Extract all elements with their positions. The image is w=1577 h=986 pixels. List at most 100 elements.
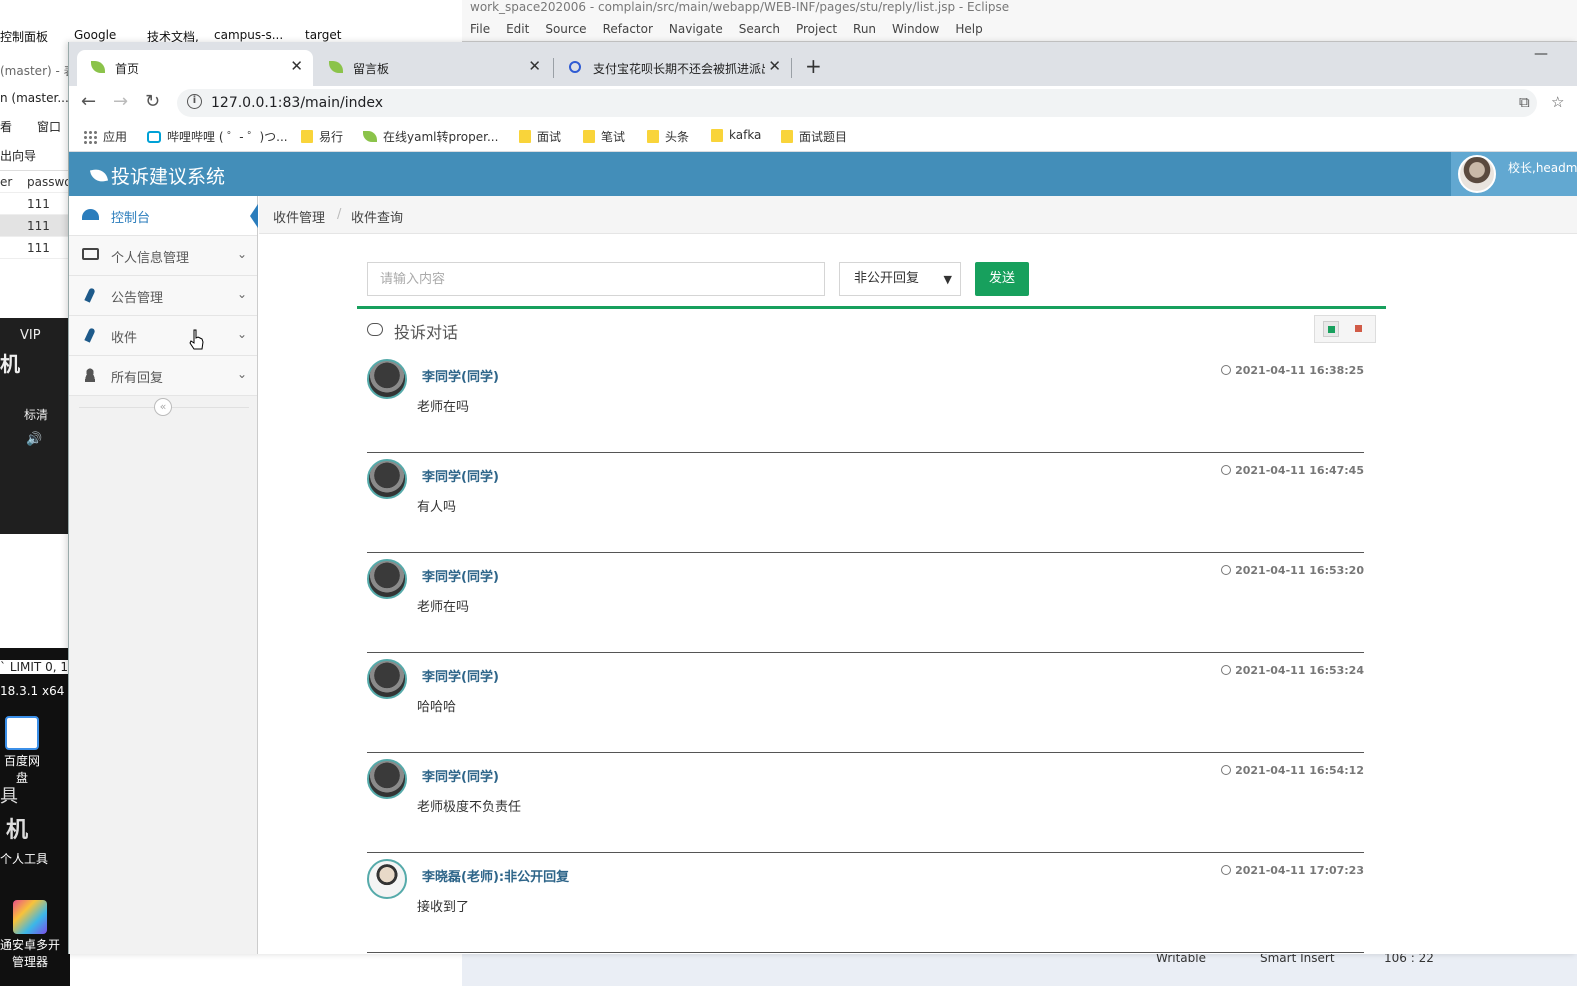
chevron-down-icon: ⌄ <box>236 287 247 301</box>
app-brand[interactable]: 投诉建议系统 <box>89 162 226 189</box>
folder-icon <box>301 130 313 143</box>
eclipse-menu-navigate[interactable]: Navigate <box>669 22 723 36</box>
eclipse-menu-run[interactable]: Run <box>853 22 876 36</box>
message-author[interactable]: 李同学(同学) <box>422 766 499 785</box>
double-chevron-left-icon[interactable]: « <box>154 398 172 416</box>
avatar <box>367 359 407 399</box>
new-tab-plus-icon[interactable]: + <box>805 54 822 78</box>
eclipse-menu-file[interactable]: File <box>470 22 490 36</box>
message-item: 李同学(同学) 2021-04-11 16:54:12 老师极度不负责任 <box>367 753 1364 853</box>
bookmark-written-test[interactable]: 笔试 <box>583 128 625 145</box>
video-player-fragment: VIP 机 标清 🔊 <box>0 318 70 534</box>
sidebar-item-all-replies[interactable]: 所有回复 ⌄ <box>69 356 257 396</box>
tab-label: 留言板 <box>353 62 390 76</box>
message-item: 李晓磊(老师):非公开回复 2021-04-11 17:07:23 接收到了 <box>367 853 1364 953</box>
desktop-icon-multi-android[interactable]: 通安卓多开 管理器 <box>0 900 60 970</box>
select-value: 非公开回复 <box>854 271 920 286</box>
eclipse-menu-source[interactable]: Source <box>545 22 586 36</box>
reply-visibility-select[interactable]: 非公开回复 ▼ <box>839 262 961 296</box>
bookmark-label: 笔试 <box>601 130 626 144</box>
eclipse-menu-refactor[interactable]: Refactor <box>603 22 653 36</box>
sidebar-item-inbox[interactable]: 收件 ⌄ <box>69 316 257 356</box>
bookmark-interview[interactable]: 面试 <box>519 128 561 145</box>
chevron-down-icon: ▼ <box>943 273 952 286</box>
bookmark-label: 面试 <box>537 130 562 144</box>
forward-arrow-icon[interactable]: → <box>113 91 128 112</box>
bookmark-yixing[interactable]: 易行 <box>301 128 343 145</box>
clock-icon <box>1221 765 1232 775</box>
browser-window: 首页 ✕ 留言板 ✕ 支付宝花呗长期不还会被抓进派出 ✕ + — ← → ↻ i… <box>68 42 1577 954</box>
breadcrumb: 收件管理 / 收件查询 <box>259 196 1577 234</box>
tab-alipay-article[interactable]: 支付宝花呗长期不还会被抓进派出 ✕ <box>555 50 791 86</box>
leaf-icon <box>363 131 377 142</box>
desktop-icon-label: 通安卓多开 <box>0 938 61 952</box>
minimize-icon[interactable]: — <box>1534 46 1548 62</box>
bookmark-yaml[interactable]: 在线yaml转proper... <box>363 128 498 145</box>
message-author[interactable]: 李同学(同学) <box>422 566 499 585</box>
close-icon[interactable]: ✕ <box>528 57 541 75</box>
tab-home[interactable]: 首页 ✕ <box>77 50 313 86</box>
desktop-icon-label[interactable]: Google <box>74 28 116 42</box>
message-author[interactable]: 李同学(同学) <box>422 366 499 385</box>
message-time: 2021-04-11 16:53:20 <box>1221 564 1364 577</box>
app-title: 投诉建议系统 <box>111 166 226 188</box>
star-icon[interactable]: ☆ <box>1551 93 1564 111</box>
avatar <box>367 659 407 699</box>
send-button[interactable]: 发送 <box>975 262 1029 296</box>
breadcrumb-item-inbox-management[interactable]: 收件管理 <box>273 207 325 226</box>
eclipse-status-bar: Writable Smart Insert 106 : 22 <box>462 950 1577 986</box>
message-author[interactable]: 李同学(同学) <box>422 666 499 685</box>
sidebar-item-label: 个人信息管理 <box>111 251 190 266</box>
close-icon[interactable]: ✕ <box>768 57 781 75</box>
app-navbar: 投诉建议系统 校长,headm <box>69 152 1577 196</box>
desktop-icon-label[interactable]: campus-s... <box>214 28 283 42</box>
bookmark-bilibili[interactable]: 哔哩哔哩 ( ゜- ゜)つ... <box>147 128 288 145</box>
eclipse-menu-project[interactable]: Project <box>796 22 837 36</box>
desktop-icon-tools[interactable]: 个人工具 <box>0 850 48 867</box>
vip-label: VIP <box>20 328 41 343</box>
translate-icon[interactable]: ⧉ <box>1519 93 1530 111</box>
message-author[interactable]: 李晓磊(老师):非公开回复 <box>422 866 569 885</box>
eclipse-title: work_space202006 - complain/src/main/web… <box>470 0 1010 14</box>
db-column-header: passwo <box>27 175 72 189</box>
eclipse-menu-help[interactable]: Help <box>955 22 982 36</box>
bookmark-kafka[interactable]: kafka <box>711 128 761 142</box>
close-widget-icon[interactable] <box>1351 321 1367 337</box>
widget-toolbar <box>1314 315 1376 343</box>
spring-leaf-icon <box>329 61 343 73</box>
quality-button[interactable]: 标清 <box>24 406 48 423</box>
message-text: 老师极度不负责任 <box>417 800 522 815</box>
back-arrow-icon[interactable]: ← <box>81 91 96 112</box>
desktop-icon-label[interactable]: target <box>305 28 342 42</box>
tab-message-board[interactable]: 留言板 ✕ <box>315 50 551 86</box>
eclipse-menu-search[interactable]: Search <box>739 22 780 36</box>
reload-icon[interactable]: ↻ <box>145 91 160 112</box>
info-icon[interactable]: i <box>187 94 202 109</box>
desktop-icon-label[interactable]: 控制面板 <box>0 28 48 45</box>
sidebar-item-dashboard[interactable]: 控制台 <box>69 196 258 236</box>
bookmark-label: 应用 <box>103 130 128 144</box>
close-icon[interactable]: ✕ <box>290 57 303 75</box>
bookmark-label: kafka <box>729 128 762 142</box>
bookmark-interview-questions[interactable]: 面试题目 <box>781 128 847 145</box>
clock-icon <box>1221 565 1232 575</box>
user-menu[interactable]: 校长,headm <box>1451 152 1577 196</box>
message-author[interactable]: 李同学(同学) <box>422 466 499 485</box>
avatar <box>367 759 407 799</box>
bookmark-apps[interactable]: 应用 <box>83 128 127 145</box>
volume-icon[interactable]: 🔊 <box>26 432 42 447</box>
expand-icon[interactable] <box>1323 321 1339 337</box>
db-export-wizard[interactable]: 出向导 <box>0 147 70 164</box>
eclipse-menu-edit[interactable]: Edit <box>506 22 529 36</box>
sidebar-item-announcements[interactable]: 公告管理 ⌄ <box>69 276 257 316</box>
address-bar[interactable]: i 127.0.0.1:83/main/index <box>177 89 1537 117</box>
eclipse-menu-window[interactable]: Window <box>892 22 939 36</box>
desktop-icon-baidu[interactable]: 百度网盘 <box>0 716 44 786</box>
bookmark-toutiao[interactable]: 头条 <box>647 128 689 145</box>
message-input[interactable] <box>367 262 825 296</box>
conversation-widget: 投诉对话 李同学(同学) 2021-04-11 16:38:25 老师在吗 李同… <box>357 306 1386 954</box>
apps-grid-icon <box>83 129 97 144</box>
message-text: 接收到了 <box>417 900 470 915</box>
folder-icon <box>519 130 531 143</box>
sidebar-item-personal-info[interactable]: 个人信息管理 ⌄ <box>69 236 257 276</box>
